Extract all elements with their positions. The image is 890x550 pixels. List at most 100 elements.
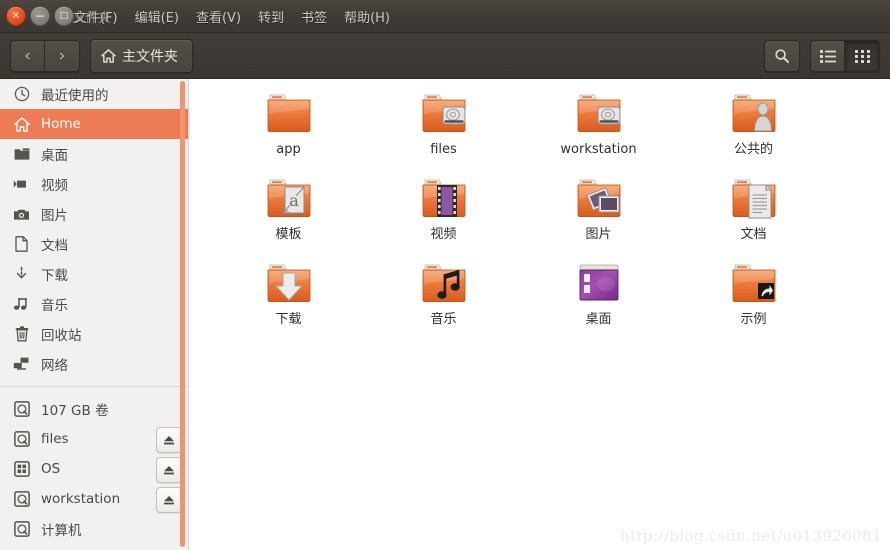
eject-button[interactable] (156, 487, 182, 513)
sidebar-item-label: 桌面 (41, 148, 68, 164)
sidebar-item-pictures[interactable]: 图片 (0, 199, 188, 229)
sidebar-item-computer[interactable]: 计算机 (0, 514, 188, 544)
list-view-button[interactable] (811, 40, 845, 71)
file-label: workstation (560, 142, 637, 157)
minimize-button[interactable]: − (30, 6, 50, 26)
video-camera-icon (13, 176, 30, 193)
sidebar-separator (0, 386, 188, 387)
sidebar-item-videos[interactable]: 视频 (0, 169, 188, 199)
window-body: 最近使用的 Home 桌面 视频 图片 文档 下载 音乐 回收站 网络 107 … (0, 79, 890, 550)
file-label: 图片 (585, 227, 612, 242)
pathbar-home-button[interactable]: 主文件夹 (90, 38, 193, 73)
menu-edit[interactable]: 编辑(E) (133, 5, 181, 28)
windows-disk-icon (13, 461, 30, 478)
clock-icon (13, 86, 30, 103)
file-item[interactable]: 视频 (366, 172, 521, 257)
folder-videos-icon (418, 172, 470, 224)
harddisk-icon (13, 491, 30, 508)
harddisk-icon (13, 431, 30, 448)
menu-file[interactable]: 文件(F) (72, 5, 120, 28)
search-icon (774, 48, 790, 64)
file-label: 文档 (740, 227, 767, 242)
file-item[interactable]: 下载 (211, 257, 366, 342)
eject-button[interactable] (156, 427, 182, 453)
maximize-button[interactable]: □ (54, 6, 74, 26)
navigation-buttons: ‹ › (10, 39, 80, 72)
window-controls: × − □ (0, 6, 74, 26)
menu-view[interactable]: 查看(V) (194, 5, 243, 28)
grid-view-button[interactable] (845, 40, 879, 71)
home-icon (101, 48, 116, 63)
toolbar: ‹ › 主文件夹 (0, 33, 890, 79)
forward-button[interactable]: › (45, 40, 79, 71)
maximize-icon: □ (59, 10, 69, 21)
back-button[interactable]: ‹ (11, 40, 45, 71)
sidebar-item-label: 网络 (41, 358, 68, 374)
file-item[interactable]: app (211, 87, 366, 172)
eject-button[interactable] (156, 457, 182, 483)
menu-bookmarks[interactable]: 书签 (299, 5, 329, 28)
file-list-view[interactable]: app files workstation 公共的 a 模板 视频 图片 文档 … (189, 79, 890, 550)
sidebar-item-recent[interactable]: 最近使用的 (0, 79, 188, 109)
folder-harddisk-icon (573, 87, 625, 139)
sidebar-item-workstation[interactable]: workstation (0, 484, 188, 514)
folder-documents-icon (728, 172, 780, 224)
icon-grid: app files workstation 公共的 a 模板 视频 图片 文档 … (189, 79, 890, 342)
sidebar-item-desktop[interactable]: 桌面 (0, 139, 188, 169)
file-label: files (430, 142, 457, 157)
file-item[interactable]: 音乐 (366, 257, 521, 342)
file-manager-window: × − □ 文件夹 文件(F) 编辑(E) 查看(V) 转到 书签 帮助(H) … (0, 0, 890, 550)
sidebar: 最近使用的 Home 桌面 视频 图片 文档 下载 音乐 回收站 网络 107 … (0, 79, 189, 550)
sidebar-item-trash[interactable]: 回收站 (0, 319, 188, 349)
music-note-icon (13, 296, 30, 313)
sidebar-item-home[interactable]: Home (0, 109, 188, 139)
menubar: 文件(F) 编辑(E) 查看(V) 转到 书签 帮助(H) (72, 0, 392, 32)
sidebar-item-label: OS (41, 461, 61, 477)
sidebar-item-label: 最近使用的 (41, 88, 109, 104)
folder-harddisk-icon (418, 87, 470, 139)
search-button[interactable] (765, 40, 799, 71)
sidebar-scrollbar[interactable] (180, 81, 185, 547)
file-item[interactable]: workstation (521, 87, 676, 172)
file-item[interactable]: 文档 (676, 172, 831, 257)
sidebar-item-label: 音乐 (41, 298, 68, 314)
file-label: 下载 (275, 312, 302, 327)
trash-icon (13, 326, 30, 343)
file-item[interactable]: a 模板 (211, 172, 366, 257)
sidebar-item-downloads[interactable]: 下载 (0, 259, 188, 289)
watermark-text: http://blog.csdn.net/u013926081 (620, 527, 882, 545)
folder-music-icon (418, 257, 470, 309)
folder-public-icon (728, 87, 780, 139)
sidebar-item-files[interactable]: files (0, 424, 188, 454)
file-label: app (276, 142, 301, 157)
sidebar-item-os[interactable]: OS (0, 454, 188, 484)
sidebar-item-label: 视频 (41, 178, 68, 194)
folder-link-icon (728, 257, 780, 309)
file-item[interactable]: 公共的 (676, 87, 831, 172)
file-label: 示例 (740, 312, 767, 327)
sidebar-item-label: 文档 (41, 238, 68, 254)
folder-downloads-icon (263, 257, 315, 309)
sidebar-item-label: 107 GB 卷 (41, 403, 109, 419)
network-icon (13, 356, 30, 373)
file-item[interactable]: files (366, 87, 521, 172)
file-item[interactable]: 桌面 (521, 257, 676, 342)
file-label: 视频 (430, 227, 457, 242)
sidebar-item-music[interactable]: 音乐 (0, 289, 188, 319)
file-label: 桌面 (585, 312, 612, 327)
menu-go[interactable]: 转到 (256, 5, 286, 28)
folder-icon (13, 146, 30, 163)
pathbar-label: 主文件夹 (122, 48, 178, 65)
sidebar-item-network[interactable]: 网络 (0, 349, 188, 379)
file-item[interactable]: 示例 (676, 257, 831, 342)
camera-icon (13, 206, 30, 223)
file-label: 模板 (275, 227, 302, 242)
close-button[interactable]: × (6, 6, 26, 26)
eject-icon (163, 435, 175, 446)
sidebar-item-volume-107gb[interactable]: 107 GB 卷 (0, 394, 188, 424)
home-icon (13, 116, 30, 133)
file-item[interactable]: 图片 (521, 172, 676, 257)
sidebar-item-documents[interactable]: 文档 (0, 229, 188, 259)
menu-help[interactable]: 帮助(H) (342, 5, 392, 28)
folder-templates-icon: a (263, 172, 315, 224)
